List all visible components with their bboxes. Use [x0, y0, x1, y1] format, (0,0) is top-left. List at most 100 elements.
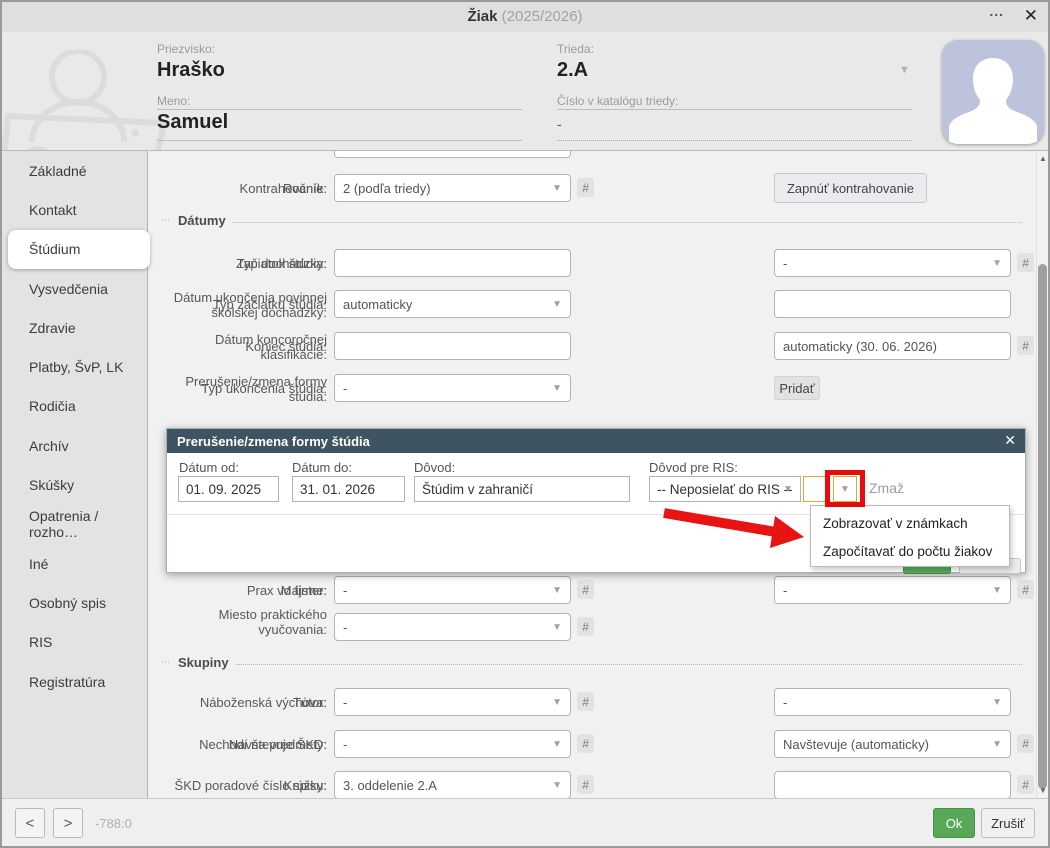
sidebar-item-vysvedcenia[interactable]: Vysvedčenia [2, 269, 147, 308]
datum-od-label: Dátum od: [179, 460, 239, 475]
datum-do-label: Dátum do: [292, 460, 352, 475]
close-icon[interactable]: ✕ [1024, 6, 1038, 26]
student-header: Priezvisko: Hraško Trieda: 2.A ▼ Meno: S… [2, 32, 1048, 150]
dovod-pre-ris-label: Dôvod pre RIS: [649, 460, 738, 475]
koncorocna-input[interactable]: automaticky (30. 06. 2026) [774, 332, 1011, 360]
sidebar-item-ris[interactable]: RIS [2, 623, 147, 662]
chevron-down-icon: ▼ [552, 622, 562, 633]
tutor-value: - [343, 695, 347, 710]
section-datumy: ⋯ Dátumy [161, 213, 1022, 228]
more-options-icon[interactable]: ... [989, 3, 1004, 19]
scroll-up-icon[interactable]: ▲ [1039, 154, 1047, 163]
typ-dochadzky-select[interactable]: - ▼ [774, 249, 1011, 277]
sidebar-tabs: Základné Kontakt Štúdium Vysvedčenia Zdr… [2, 150, 148, 798]
surname-value[interactable]: Hraško [157, 59, 225, 82]
povinna-dochadzka-input[interactable] [774, 290, 1011, 318]
dovod-pre-ris-value: -- Neposielať do RIS -- [657, 482, 793, 497]
majster-history-icon[interactable]: # [577, 580, 594, 599]
sidebar-item-ine[interactable]: Iné [2, 544, 147, 583]
scrollbar-thumb[interactable] [1038, 264, 1047, 789]
catalog-number-field: Číslo v katalógu triedy: - [557, 94, 678, 132]
sidebar-item-rodicia[interactable]: Rodičia [2, 387, 147, 426]
chevron-down-icon: ▼ [552, 739, 562, 750]
class-dropdown-arrow-icon[interactable]: ▼ [899, 64, 910, 76]
modal-title: Prerušenie/zmena formy štúdia [177, 434, 370, 449]
sidebar-item-skusky[interactable]: Skúšky [2, 465, 147, 504]
kruzky-history-icon[interactable]: # [577, 775, 594, 794]
next-record-button[interactable]: > [53, 808, 83, 838]
skd-label: Navštevuje ŠKD: [149, 737, 327, 752]
sidebar-item-registratura[interactable]: Registratúra [2, 662, 147, 701]
skd-cislo-history-icon[interactable]: # [1017, 775, 1034, 794]
nabozenska-value: - [783, 695, 787, 710]
nechodi-select[interactable]: - ▼ [334, 730, 571, 758]
section-divider [236, 664, 1022, 665]
dovod-input[interactable]: Štúdim v zahraničí [414, 476, 630, 502]
tutor-select[interactable]: - ▼ [334, 688, 571, 716]
dovod-pre-ris-select[interactable]: -- Neposielať do RIS -- ▼ [649, 476, 801, 502]
prax-select[interactable]: - ▼ [774, 576, 1011, 604]
chevron-down-icon: ▼ [552, 697, 562, 708]
typ-dochadzky-value: - [783, 256, 787, 271]
student-dialog-window: Žiak (2025/2026) ... ✕ Priezvisko: Hrašk… [0, 0, 1050, 848]
nabozenska-select[interactable]: - ▼ [774, 688, 1011, 716]
chevron-down-icon: ▼ [992, 697, 1002, 708]
prax-history-icon[interactable]: # [1017, 580, 1034, 599]
prax-value: - [783, 583, 787, 598]
chevron-down-icon: ▼ [992, 585, 1002, 596]
modal-header[interactable]: Prerušenie/zmena formy štúdia ✕ [167, 429, 1025, 453]
dialog-title-year: (2025/2026) [502, 8, 583, 25]
firstname-value[interactable]: Samuel [157, 111, 228, 134]
tutor-history-icon[interactable]: # [577, 692, 594, 711]
typ-dochadzky-label: Typ dochádzky: [149, 256, 327, 271]
sidebar-item-osobny-spis[interactable]: Osobný spis [2, 583, 147, 622]
rocnik-history-icon[interactable]: # [577, 178, 594, 197]
sidebar-item-zdravie[interactable]: Zdravie [2, 308, 147, 347]
zmaz-link[interactable]: Zmaž [869, 480, 904, 496]
kruzky-select[interactable]: 3. oddelenie 2.A ▼ [334, 771, 571, 798]
menu-item-zobrazovat[interactable]: Zobrazovať v známkach [811, 509, 1009, 537]
datum-od-input[interactable]: 01. 09. 2025 [178, 476, 279, 502]
zaciatok-studia-input[interactable] [334, 249, 571, 277]
modal-close-icon[interactable]: ✕ [1004, 432, 1016, 449]
skd-select[interactable]: Navštevuje (automaticky) ▼ [774, 730, 1011, 758]
sidebar-item-archiv[interactable]: Archív [2, 426, 147, 465]
ok-button[interactable]: Ok [933, 808, 975, 838]
class-value[interactable]: 2.A [557, 59, 594, 82]
sidebar-item-zakladne[interactable]: Základné [2, 151, 147, 190]
dialog-title-text: Žiak [467, 8, 497, 25]
typ-zaciatku-select[interactable]: automaticky ▼ [334, 290, 571, 318]
footer-bar: < > -788:0 Ok Zrušiť [2, 798, 1048, 846]
sidebar-item-kontakt[interactable]: Kontakt [2, 190, 147, 229]
typ-dochadzky-history-icon[interactable]: # [1017, 253, 1034, 272]
nechodi-history-icon[interactable]: # [577, 734, 594, 753]
typ-ukoncenia-select[interactable]: - ▼ [334, 374, 571, 402]
zapnut-kontrahovanie-button[interactable]: Zapnúť kontrahovanie [774, 173, 927, 203]
section-skupiny: ⋯ Skupiny [161, 655, 1022, 670]
chevron-down-icon: ▼ [552, 183, 562, 194]
datum-do-input[interactable]: 31. 01. 2026 [292, 476, 405, 502]
cancel-button[interactable]: Zrušiť [981, 808, 1035, 838]
sidebar-item-studium[interactable]: Štúdium [8, 230, 150, 269]
koncorocna-history-icon[interactable]: # [1017, 336, 1034, 355]
student-photo-placeholder[interactable] [942, 40, 1044, 144]
miesto-select[interactable]: - ▼ [334, 613, 571, 641]
skd-history-icon[interactable]: # [1017, 734, 1034, 753]
skd-value: Navštevuje (automaticky) [783, 737, 929, 752]
firstname-underline [157, 140, 522, 141]
rocnik-select[interactable]: 2 (podľa triedy) ▼ [334, 174, 571, 202]
majster-select[interactable]: - ▼ [334, 576, 571, 604]
menu-item-zapocitavat[interactable]: Započítavať do počtu žiakov [811, 537, 1009, 565]
vertical-scrollbar[interactable]: ▲ ▼ [1036, 151, 1048, 798]
skd-cislo-input[interactable] [774, 771, 1011, 798]
koniec-studia-input[interactable] [334, 332, 571, 360]
pridat-button[interactable]: Pridať [774, 376, 820, 400]
scroll-down-icon[interactable]: ▼ [1039, 786, 1047, 795]
prerusenie-label: Prerušenie/zmena formy štúdia: [149, 374, 327, 404]
prev-record-button[interactable]: < [15, 808, 45, 838]
catalog-number-value[interactable]: - [557, 116, 678, 132]
miesto-history-icon[interactable]: # [577, 617, 594, 636]
sidebar-item-opatrenia[interactable]: Opatrenia / rozho… [2, 505, 147, 544]
sidebar-item-platby[interactable]: Platby, ŠvP, LK [2, 347, 147, 386]
clipped-select[interactable] [334, 150, 571, 158]
